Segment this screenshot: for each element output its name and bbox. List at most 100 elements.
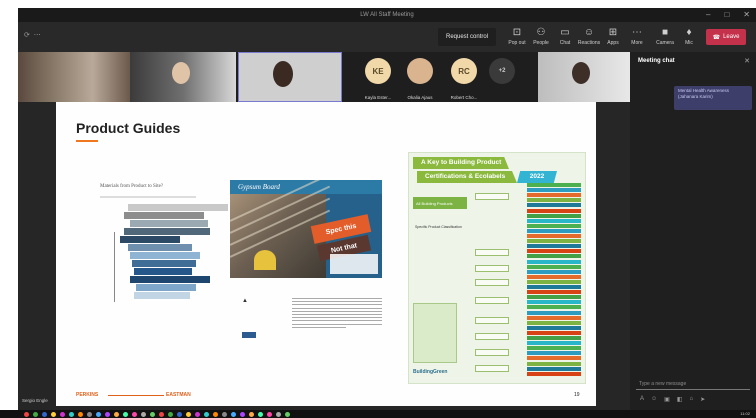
- certification-label: [527, 351, 581, 356]
- video-tile[interactable]: [538, 52, 630, 102]
- minimize-icon[interactable]: –: [706, 10, 710, 19]
- taskbar-app-icon[interactable]: [195, 412, 200, 417]
- taskbar-app-icon[interactable]: [24, 412, 29, 417]
- certification-label: [527, 341, 581, 346]
- meeting-status-icons: ⟳ ⋯: [24, 32, 42, 39]
- meeting-chat-panel: Meeting chat ✕ Mental Health Awareness (…: [630, 52, 756, 410]
- certification-label: [527, 234, 581, 238]
- participant-tile[interactable]: Okalia Ajaus: [398, 52, 442, 102]
- text-block: [292, 298, 382, 330]
- title-bar: LW All Staff Meeting – □ ✕: [18, 8, 756, 22]
- category-box: [475, 193, 509, 200]
- taskbar-app-icon[interactable]: [33, 412, 38, 417]
- taskbar-app-icon[interactable]: [186, 412, 191, 417]
- certification-label: [527, 208, 581, 213]
- category-box: [475, 279, 509, 286]
- taskbar-app-icon[interactable]: [105, 412, 110, 417]
- chat-button[interactable]: ▭ Chat: [552, 27, 578, 46]
- bar: [128, 204, 228, 211]
- taskbar-app-icon[interactable]: [141, 412, 146, 417]
- attach-icon[interactable]: ⌂: [690, 396, 694, 403]
- taskbar-app-icon[interactable]: [87, 412, 92, 417]
- taskbar-app-icon[interactable]: [60, 412, 65, 417]
- camera-icon: ■: [661, 27, 669, 38]
- chat-header: Meeting chat: [638, 58, 675, 64]
- taskbar-app-icon[interactable]: [285, 412, 290, 417]
- taskbar-app-icon[interactable]: [96, 412, 101, 417]
- certification-label: [527, 285, 581, 289]
- certification-label: [527, 218, 581, 223]
- certification-label: [527, 269, 581, 274]
- mic-button[interactable]: ♦ Mic: [676, 27, 702, 46]
- taskbar-app-icon[interactable]: [258, 412, 263, 417]
- participant-tile[interactable]: RC Robert Cho...: [442, 52, 486, 102]
- clock: 11:02: [740, 411, 750, 416]
- reactions-button[interactable]: ☺ Reactions: [576, 27, 602, 46]
- taskbar-app-icon[interactable]: [240, 412, 245, 417]
- send-icon[interactable]: ➤: [700, 396, 705, 403]
- category-box: [475, 265, 509, 272]
- request-control-button[interactable]: Request control: [438, 28, 497, 46]
- taskbar-app-icon[interactable]: [276, 412, 281, 417]
- taskbar-app-icon[interactable]: [114, 412, 119, 417]
- taskbar-app-icon[interactable]: [204, 412, 209, 417]
- taskbar-app-icon[interactable]: [78, 412, 83, 417]
- people-button[interactable]: ⚇ People: [528, 27, 554, 46]
- certification-label: [527, 203, 581, 208]
- taskbar-app-icon[interactable]: [168, 412, 173, 417]
- info-box: [330, 254, 378, 274]
- taskbar-app-icon[interactable]: [159, 412, 164, 417]
- certification-label: [527, 346, 581, 351]
- window-title: LW All Staff Meeting: [360, 12, 414, 18]
- certification-label: [527, 336, 581, 340]
- more-participants[interactable]: +2: [486, 52, 518, 102]
- avatar: KE: [365, 58, 391, 84]
- video-tile-active-speaker[interactable]: [238, 52, 342, 102]
- certification-label: [527, 244, 581, 249]
- taskbar-app-icon[interactable]: [249, 412, 254, 417]
- mic-icon: ♦: [686, 27, 692, 38]
- certification-label: [527, 300, 581, 305]
- apps-button[interactable]: ⊞ Apps: [600, 27, 626, 46]
- category-box: [475, 365, 509, 372]
- taskbar-app-icon[interactable]: [51, 412, 56, 417]
- taskbar-app-icon[interactable]: [123, 412, 128, 417]
- emoji-icon[interactable]: ☺: [651, 396, 657, 403]
- popout-button[interactable]: ⊡ Pop out: [504, 27, 530, 46]
- close-icon[interactable]: ✕: [743, 10, 750, 19]
- taskbar-app-icon[interactable]: [42, 412, 47, 417]
- taskbar-app-icon[interactable]: [150, 412, 155, 417]
- certification-label: [527, 193, 581, 198]
- popout-icon: ⊡: [512, 27, 522, 38]
- chat-input[interactable]: Type a new message: [636, 378, 750, 390]
- maximize-icon[interactable]: □: [724, 10, 729, 19]
- format-icon[interactable]: A: [640, 396, 644, 403]
- gif-icon[interactable]: ▣: [664, 396, 670, 403]
- bar: [124, 228, 210, 235]
- video-tile[interactable]: [18, 52, 130, 102]
- close-chat-icon[interactable]: ✕: [744, 57, 750, 65]
- certification-label: [527, 228, 581, 233]
- participant-tile[interactable]: KE Kayla Ester...: [358, 52, 398, 102]
- certification-label: [527, 198, 581, 203]
- taskbar-app-icon[interactable]: [222, 412, 227, 417]
- video-tile[interactable]: [130, 52, 236, 102]
- leave-button[interactable]: ☎ Leave: [706, 29, 746, 45]
- certification-label: [527, 239, 581, 244]
- panel-subtitle-lines: [100, 196, 196, 198]
- taskbar-app-icon[interactable]: [213, 412, 218, 417]
- footer-logo-left: PERKINS: [76, 392, 99, 398]
- taskbar-app-icon[interactable]: [267, 412, 272, 417]
- title-underline: [76, 140, 98, 142]
- camera-button[interactable]: ■ Camera: [652, 27, 678, 46]
- sticker-icon[interactable]: ◧: [677, 396, 683, 403]
- taskbar-app-icon[interactable]: [177, 412, 182, 417]
- bar: [120, 236, 180, 243]
- taskbar-app-icon[interactable]: [69, 412, 74, 417]
- certification-label: [527, 213, 581, 218]
- blue-tag: [242, 332, 256, 338]
- more-button[interactable]: ⋯ More: [624, 27, 650, 46]
- meeting-toolbar: ⟳ ⋯ Request control ⊡ Pop out ⚇ People ▭ Ch…: [18, 22, 756, 52]
- taskbar-app-icon[interactable]: [231, 412, 236, 417]
- taskbar-app-icon[interactable]: [132, 412, 137, 417]
